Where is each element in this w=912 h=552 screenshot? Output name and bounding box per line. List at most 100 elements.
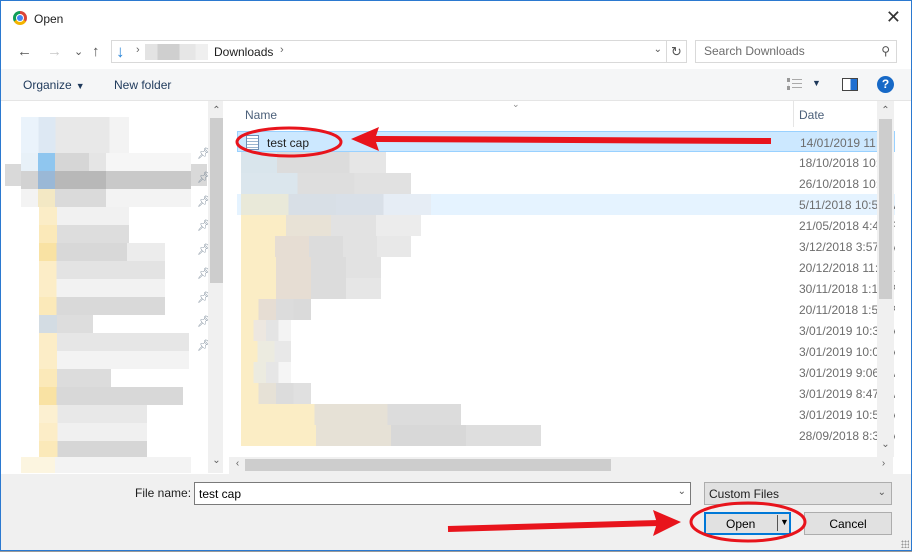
chrome-icon bbox=[13, 11, 27, 25]
hscroll-thumb[interactable] bbox=[245, 459, 611, 471]
scroll-right-icon[interactable]: › bbox=[875, 458, 892, 469]
dialog-footer: File name: ⌄ Custom Files ⌄ Open ▼ Cance… bbox=[1, 474, 911, 550]
file-row[interactable]: 5/11/2018 10:54 AM bbox=[237, 194, 895, 215]
new-folder-button[interactable]: New folder bbox=[114, 78, 171, 92]
dialog-title: Open bbox=[34, 12, 64, 26]
file-name-redacted bbox=[241, 152, 386, 173]
file-type-select[interactable]: Custom Files ⌄ bbox=[704, 482, 892, 505]
close-button[interactable]: ✕ bbox=[886, 7, 901, 28]
back-arrow-icon[interactable]: ← bbox=[17, 43, 32, 60]
column-divider[interactable] bbox=[793, 101, 794, 127]
file-row[interactable]: 3/12/2018 3:57 PM bbox=[237, 236, 895, 257]
breadcrumb-separator[interactable]: › bbox=[280, 44, 284, 56]
nav-item[interactable] bbox=[21, 153, 191, 171]
cancel-button[interactable]: Cancel bbox=[804, 512, 892, 535]
nav-item[interactable] bbox=[39, 225, 129, 243]
scroll-left-icon[interactable]: ‹ bbox=[229, 458, 246, 469]
title-bar: Open ✕ bbox=[1, 1, 911, 37]
up-folder-icon[interactable]: ↑ bbox=[92, 43, 100, 60]
open-dropdown-icon[interactable]: ▼ bbox=[780, 517, 789, 527]
nav-item[interactable] bbox=[39, 351, 189, 369]
resize-grip[interactable] bbox=[901, 540, 909, 548]
scroll-up-icon[interactable]: ⌃ bbox=[877, 105, 894, 116]
scroll-up-icon[interactable]: ⌃ bbox=[208, 105, 223, 116]
file-list-scrollbar[interactable]: ⌃ ⌄ bbox=[877, 101, 894, 457]
file-row[interactable]: 20/11/2018 1:56 PM bbox=[237, 299, 895, 320]
scroll-down-icon[interactable]: ⌄ bbox=[877, 439, 894, 450]
nav-pane-scroll-thumb[interactable] bbox=[210, 118, 223, 283]
split-divider bbox=[777, 515, 778, 531]
nav-item[interactable] bbox=[39, 279, 165, 297]
file-name-redacted bbox=[241, 236, 411, 257]
breadcrumb-separator[interactable]: › bbox=[136, 44, 140, 56]
nav-item[interactable] bbox=[39, 333, 189, 351]
nav-item[interactable] bbox=[21, 117, 129, 153]
caret-down-icon: ▼ bbox=[75, 81, 85, 91]
nav-item[interactable] bbox=[39, 297, 165, 315]
file-row[interactable]: 3/01/2019 10:38 AM bbox=[237, 320, 895, 341]
nav-item[interactable] bbox=[39, 207, 129, 225]
nav-pane-scrollbar[interactable]: ⌃ ⌄ bbox=[208, 101, 223, 473]
file-name-label: File name: bbox=[135, 486, 192, 500]
file-name: test cap bbox=[267, 136, 310, 150]
sort-indicator-icon: ⌄ bbox=[512, 101, 520, 109]
file-name-input[interactable] bbox=[199, 484, 669, 504]
downloads-icon: ↓ bbox=[116, 42, 125, 61]
recent-locations-icon[interactable]: ⌄ bbox=[74, 45, 83, 58]
file-row[interactable]: 26/10/2018 10:41 A bbox=[237, 173, 895, 194]
file-name-combobox[interactable]: ⌄ bbox=[194, 482, 691, 505]
file-row-selected[interactable]: test cap 14/01/2019 11:28 A bbox=[237, 131, 895, 152]
file-row[interactable]: 3/01/2019 10:08 AM bbox=[237, 341, 895, 362]
address-dropdown-icon[interactable]: ⌄ bbox=[654, 44, 662, 55]
address-bar[interactable]: ↓ › Downloads › ⌄ ↻ bbox=[111, 40, 687, 63]
nav-item[interactable] bbox=[39, 243, 165, 261]
file-list-scroll-thumb[interactable] bbox=[879, 119, 892, 299]
preview-pane-icon[interactable] bbox=[842, 78, 858, 91]
nav-item[interactable] bbox=[39, 369, 111, 387]
search-input[interactable] bbox=[704, 41, 874, 61]
file-row[interactable]: 3/01/2019 10:56 AM bbox=[237, 404, 895, 425]
organize-button[interactable]: Organize ▼ bbox=[23, 78, 85, 92]
file-row[interactable]: 18/10/2018 10:04 A bbox=[237, 152, 895, 173]
nav-item[interactable] bbox=[39, 315, 93, 333]
file-name-redacted bbox=[241, 194, 431, 215]
breadcrumb-redacted[interactable] bbox=[145, 44, 208, 60]
file-name-redacted bbox=[241, 404, 461, 425]
organize-label: Organize bbox=[23, 78, 72, 92]
column-header-name[interactable]: Name bbox=[245, 108, 277, 122]
nav-item[interactable] bbox=[39, 405, 147, 423]
file-list-hscrollbar[interactable]: ‹ › bbox=[229, 457, 893, 474]
navigation-bar: ← → ⌄ ↑ ↓ › Downloads › ⌄ ↻ ⚲ bbox=[1, 37, 911, 69]
nav-item[interactable] bbox=[39, 387, 183, 405]
nav-item[interactable] bbox=[39, 423, 147, 441]
chevron-down-icon[interactable]: ⌄ bbox=[678, 486, 686, 497]
file-row[interactable]: 28/09/2018 8:38 AM bbox=[237, 425, 895, 446]
file-row[interactable]: 3/01/2019 9:06 AM bbox=[237, 362, 895, 383]
file-row[interactable]: 20/12/2018 11:54 A bbox=[237, 257, 895, 278]
file-list: Name ⌄ Date test cap 14/01/2019 11:28 A 18… bbox=[231, 101, 895, 457]
forward-arrow-icon[interactable]: → bbox=[47, 43, 62, 60]
file-row[interactable]: 21/05/2018 4:41 PM bbox=[237, 215, 895, 236]
nav-item[interactable] bbox=[21, 189, 191, 207]
search-box[interactable]: ⚲ bbox=[695, 40, 897, 63]
file-name-redacted bbox=[241, 173, 411, 194]
open-file-dialog: Open ✕ ← → ⌄ ↑ ↓ › Downloads › ⌄ ↻ ⚲ Org… bbox=[0, 0, 912, 551]
nav-item[interactable] bbox=[39, 261, 165, 279]
scroll-down-icon[interactable]: ⌄ bbox=[208, 455, 223, 466]
text-file-icon bbox=[246, 135, 259, 150]
file-name-redacted bbox=[241, 341, 291, 362]
view-options-caret-icon[interactable]: ▼ bbox=[812, 78, 821, 88]
nav-item[interactable] bbox=[21, 171, 191, 189]
command-toolbar: Organize ▼ New folder ▼ ? bbox=[1, 69, 911, 101]
file-row[interactable]: 3/01/2019 8:47 AM bbox=[237, 383, 895, 404]
nav-item[interactable] bbox=[21, 457, 191, 473]
help-icon[interactable]: ? bbox=[877, 76, 894, 93]
breadcrumb-downloads[interactable]: Downloads bbox=[214, 45, 273, 59]
file-name-redacted bbox=[241, 215, 421, 236]
column-header-date[interactable]: Date bbox=[799, 108, 824, 122]
change-view-icon[interactable] bbox=[787, 78, 805, 90]
open-button[interactable]: Open ▼ bbox=[704, 512, 791, 535]
file-row[interactable]: 30/11/2018 1:19 PM bbox=[237, 278, 895, 299]
refresh-icon[interactable]: ↻ bbox=[666, 41, 686, 62]
file-type-value: Custom Files bbox=[709, 487, 780, 501]
